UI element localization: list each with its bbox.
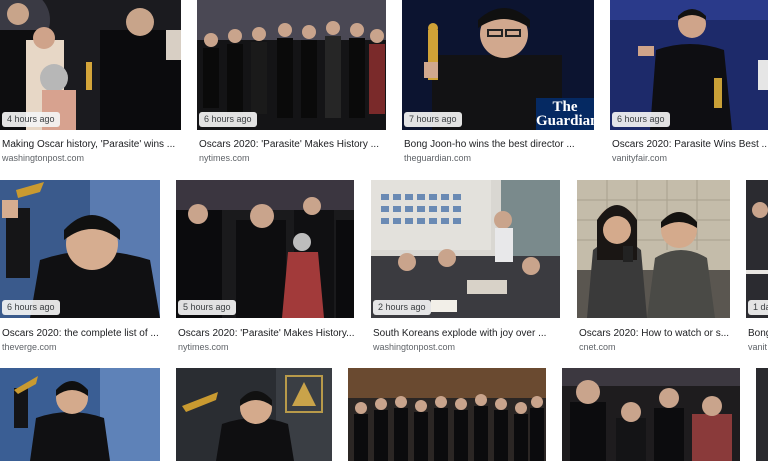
- result-thumbnail[interactable]: [756, 368, 768, 461]
- result-thumbnail[interactable]: [0, 180, 160, 318]
- result-source[interactable]: washingtonpost.com: [373, 341, 559, 353]
- result-thumbnail[interactable]: [610, 0, 768, 130]
- result-thumbnail[interactable]: [197, 0, 386, 130]
- result-thumbnail[interactable]: [176, 368, 332, 461]
- result-title[interactable]: South Koreans explode with joy over ...: [373, 327, 559, 340]
- result-source[interactable]: washingtonpost.com: [2, 152, 180, 164]
- result-title[interactable]: Making Oscar history, 'Parasite' wins ..…: [2, 138, 180, 151]
- image-result-tile[interactable]: 6 hours ago Oscars 2020: Parasite Wins B…: [610, 0, 768, 166]
- image-result-tile[interactable]: Oscars 2020: How to watch or s... cnet.c…: [577, 180, 730, 352]
- result-source[interactable]: nytimes.com: [199, 152, 385, 164]
- guardian-logo: The Guardian: [536, 98, 594, 130]
- result-thumbnail[interactable]: [348, 368, 546, 461]
- result-source[interactable]: cnet.com: [579, 341, 729, 353]
- result-thumbnail[interactable]: [577, 180, 730, 318]
- timestamp-badge: 4 hours ago: [2, 112, 60, 127]
- result-title[interactable]: Bong Joon-ho wins the best director ...: [404, 138, 593, 151]
- result-thumbnail[interactable]: [746, 180, 768, 318]
- result-title[interactable]: Oscars 2020: the complete list of ...: [2, 327, 160, 340]
- result-title[interactable]: Oscars 2020: 'Parasite' Makes History ..…: [199, 138, 385, 151]
- result-source[interactable]: theguardian.com: [404, 152, 593, 164]
- image-result-tile[interactable]: [348, 368, 546, 461]
- result-title[interactable]: Oscars 2020: How to watch or s...: [579, 327, 729, 340]
- result-source[interactable]: vanit: [748, 341, 768, 353]
- timestamp-badge: 1 day: [748, 300, 768, 315]
- image-result-tile[interactable]: [562, 368, 740, 461]
- image-result-tile[interactable]: 4 hours ago Making Oscar history, 'Paras…: [0, 0, 181, 166]
- timestamp-badge: 5 hours ago: [178, 300, 236, 315]
- result-title[interactable]: Oscars 2020: 'Parasite' Makes History...: [178, 327, 354, 340]
- image-result-tile[interactable]: 5 hours ago Oscars 2020: 'Parasite' Make…: [176, 180, 354, 352]
- result-source[interactable]: nytimes.com: [178, 341, 354, 353]
- image-result-tile[interactable]: 1 day Bong vanit: [746, 180, 768, 352]
- timestamp-badge: 6 hours ago: [612, 112, 670, 127]
- result-thumbnail[interactable]: The Guardian: [402, 0, 594, 130]
- image-result-tile[interactable]: 2 hours ago South Koreans explode with j…: [371, 180, 560, 352]
- result-title[interactable]: Oscars 2020: Parasite Wins Best ...: [612, 138, 767, 151]
- result-thumbnail[interactable]: [176, 180, 354, 318]
- result-title[interactable]: Bong: [748, 327, 768, 340]
- image-result-tile[interactable]: 6 hours ago Oscars 2020: 'Parasite' Make…: [197, 0, 386, 166]
- result-thumbnail[interactable]: [0, 0, 181, 130]
- image-result-tile[interactable]: The Guardian 7 hours ago Bong Joon-ho wi…: [402, 0, 594, 166]
- timestamp-badge: 7 hours ago: [404, 112, 462, 127]
- result-thumbnail[interactable]: [0, 368, 160, 461]
- timestamp-badge: 2 hours ago: [373, 300, 431, 315]
- image-result-tile[interactable]: 6 hours ago Oscars 2020: the complete li…: [0, 180, 160, 352]
- result-thumbnail[interactable]: [371, 180, 560, 318]
- result-source[interactable]: vanityfair.com: [612, 152, 767, 164]
- image-result-tile[interactable]: [176, 368, 332, 461]
- image-result-tile[interactable]: [756, 368, 768, 461]
- image-result-tile[interactable]: [0, 368, 160, 461]
- result-source[interactable]: theverge.com: [2, 341, 160, 353]
- result-thumbnail[interactable]: [562, 368, 740, 461]
- timestamp-badge: 6 hours ago: [199, 112, 257, 127]
- timestamp-badge: 6 hours ago: [2, 300, 60, 315]
